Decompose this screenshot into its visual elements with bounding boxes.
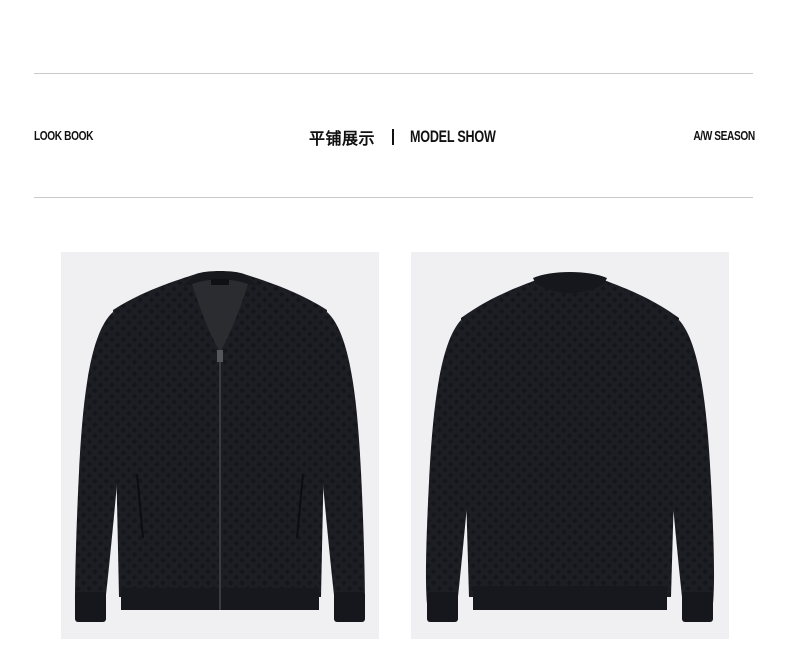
bottom-divider — [34, 197, 753, 198]
jacket-front-illustration — [75, 271, 365, 622]
section-title-cn: 平铺展示 — [309, 129, 376, 148]
season-label: A/W SEASON — [693, 128, 756, 143]
top-divider — [34, 73, 753, 74]
section-title-en: MODEL SHOW — [410, 127, 496, 146]
jacket-front-image — [61, 252, 379, 639]
jacket-back-image — [411, 252, 729, 639]
section-header: LOOK BOOK 平铺展示 MODEL SHOW A/W SEASON — [34, 124, 755, 150]
section-title: 平铺展示 MODEL SHOW — [309, 124, 526, 150]
look-book-label: LOOK BOOK — [34, 128, 94, 143]
jacket-back-illustration — [425, 272, 715, 622]
title-separator — [392, 129, 395, 145]
